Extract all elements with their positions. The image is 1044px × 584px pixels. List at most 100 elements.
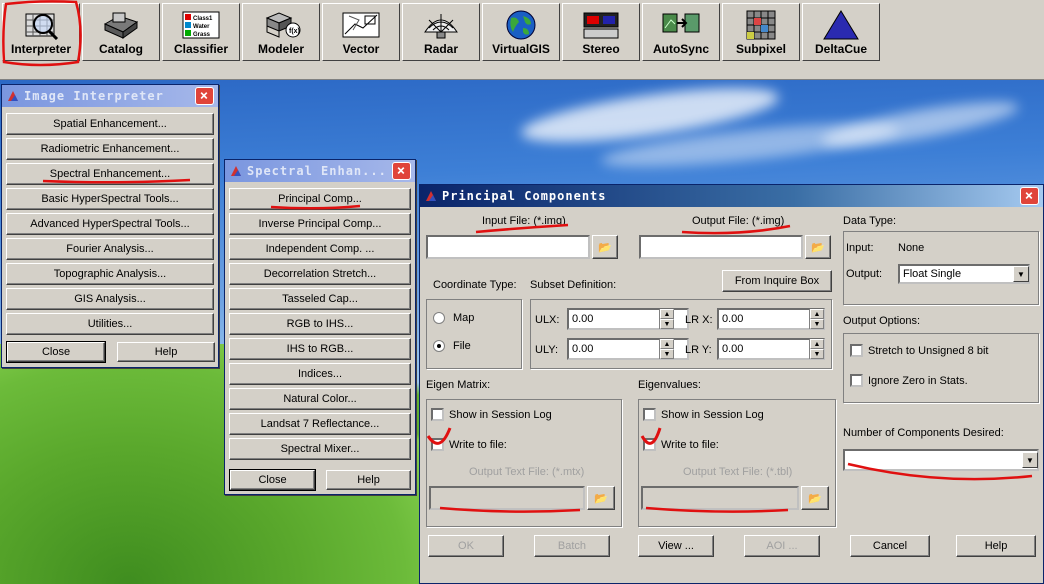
cancel-button[interactable]: Cancel [850,535,930,557]
principal-comp-button[interactable]: Principal Comp... [229,188,411,210]
output-file-label: Output File: (*.img) [692,215,785,227]
ihs-to-rgb-button[interactable]: IHS to RGB... [229,338,411,360]
subpixel-button[interactable]: Subpixel [722,3,800,61]
advanced-hyperspectral-button[interactable]: Advanced HyperSpectral Tools... [6,213,214,235]
virtualgis-button[interactable]: VirtualGIS [482,3,560,61]
from-inquire-box-button[interactable]: From Inquire Box [722,270,832,292]
help-button[interactable]: Help [117,342,215,362]
coordinate-type-group: Map File [426,299,522,369]
classifier-icon-text-2: Water [193,24,210,30]
output-type-select[interactable]: Float Single [898,264,1030,284]
help-button[interactable]: Help [956,535,1036,557]
view-button[interactable]: View ... [638,535,714,557]
radar-button[interactable]: Radar [402,3,480,61]
autosync-button[interactable]: AutoSync [642,3,720,61]
radar-label: Radar [423,42,458,56]
subpixel-label: Subpixel [735,42,786,56]
deltacue-label: DeltaCue [814,42,867,56]
natural-color-button[interactable]: Natural Color... [229,388,411,410]
modeler-icon: f(x) [265,12,301,38]
interpreter-button[interactable]: Interpreter [2,3,80,61]
chevron-down-icon[interactable]: ▼ [1013,266,1029,282]
values-write-file-checkbox[interactable] [643,438,656,451]
ulx-spinner[interactable]: ▲ ▼ [659,309,674,329]
data-type-label: Data Type: [843,215,896,227]
values-output-field[interactable] [641,486,799,510]
delta-icon [823,10,859,40]
deltacue-button[interactable]: DeltaCue [802,3,880,61]
input-file-field[interactable] [426,235,590,259]
output-browse-button[interactable]: 📂 [805,235,831,259]
gis-analysis-button[interactable]: GIS Analysis... [6,288,214,310]
matrix-session-log-label: Show in Session Log [449,409,552,421]
fourier-analysis-button[interactable]: Fourier Analysis... [6,238,214,260]
num-components-field[interactable] [843,449,1039,471]
spectral-enhancement-window: Spectral Enhan... × Principal Comp... In… [224,159,416,495]
principal-components-title: Principal Components [442,189,607,203]
tasseled-cap-button[interactable]: Tasseled Cap... [229,288,411,310]
basic-hyperspectral-button[interactable]: Basic HyperSpectral Tools... [6,188,214,210]
utilities-button[interactable]: Utilities... [6,313,214,335]
vector-button[interactable]: Vector [322,3,400,61]
spectral-enhancement-button[interactable]: Spectral Enhancement... [6,163,214,185]
file-radio[interactable] [433,340,445,352]
inverse-principal-comp-button[interactable]: Inverse Principal Comp... [229,213,411,235]
output-type-label: Output: [846,268,883,280]
rgb-to-ihs-button[interactable]: RGB to IHS... [229,313,411,335]
eigen-matrix-label: Eigen Matrix: [426,379,491,391]
lrx-spinner[interactable]: ▲ ▼ [809,309,824,329]
erdas-toolbar: Interpreter Catalog Class1 Water Grass Cla… [0,0,1044,80]
erdas-window-icon [426,191,436,201]
landsat7-reflectance-button[interactable]: Landsat 7 Reflectance... [229,413,411,435]
matrix-output-field[interactable] [429,486,585,510]
spectral-mixer-button[interactable]: Spectral Mixer... [229,438,411,460]
radiometric-enhancement-button[interactable]: Radiometric Enhancement... [6,138,214,160]
data-type-group: Input: None Output: Float Single ▼ [843,231,1039,305]
folder-icon: 📂 [598,241,612,254]
matrix-session-log-checkbox[interactable] [431,408,444,421]
close-icon[interactable]: × [195,87,214,105]
ok-button[interactable]: OK [428,535,504,557]
input-type-value: None [898,242,925,254]
batch-button[interactable]: Batch [534,535,610,557]
close-icon[interactable]: × [392,162,411,180]
decorrelation-stretch-button[interactable]: Decorrelation Stretch... [229,263,411,285]
matrix-browse-button[interactable]: 📂 [587,486,615,510]
spectral-enhancement-titlebar[interactable]: Spectral Enhan... × [225,160,415,182]
values-session-log-checkbox[interactable] [643,408,656,421]
output-options-label: Output Options: [843,315,921,327]
output-options-group: Stretch to Unsigned 8 bit Ignore Zero in… [843,333,1039,403]
folder-icon: 📂 [811,241,825,254]
aoi-button[interactable]: AOI ... [744,535,820,557]
folder-icon: 📂 [594,492,608,505]
autosync-label: AutoSync [652,42,709,56]
uly-spinner[interactable]: ▲ ▼ [659,339,674,359]
spatial-enhancement-button[interactable]: Spatial Enhancement... [6,113,214,135]
independent-comp-button[interactable]: Independent Comp. ... [229,238,411,260]
stereo-button[interactable]: Stereo [562,3,640,61]
matrix-write-file-checkbox[interactable] [431,438,444,451]
modeler-button[interactable]: f(x) Modeler [242,3,320,61]
virtualgis-label: VirtualGIS [492,42,550,56]
close-button[interactable]: Close [6,341,106,363]
close-button[interactable]: Close [229,469,316,491]
ignore-zero-checkbox[interactable] [850,374,863,387]
image-interpreter-titlebar[interactable]: Image Interpreter × [2,85,218,107]
indices-button[interactable]: Indices... [229,363,411,385]
values-browse-button[interactable]: 📂 [801,486,829,510]
map-radio[interactable] [433,312,445,324]
stretch-label: Stretch to Unsigned 8 bit [868,345,989,357]
classifier-icon-text-1: Class1 [193,16,213,22]
catalog-button[interactable]: Catalog [82,3,160,61]
stretch-checkbox[interactable] [850,344,863,357]
close-icon[interactable]: × [1020,187,1039,205]
principal-components-titlebar[interactable]: Principal Components × [420,185,1043,207]
lry-spinner[interactable]: ▲ ▼ [809,339,824,359]
classifier-button[interactable]: Class1 Water Grass Classifier [162,3,240,61]
topographic-analysis-button[interactable]: Topographic Analysis... [6,263,214,285]
values-output-label: Output Text File: (*.tbl) [683,466,793,478]
output-file-field[interactable] [639,235,803,259]
input-browse-button[interactable]: 📂 [592,235,618,259]
help-button[interactable]: Help [326,470,411,490]
chevron-down-icon[interactable]: ▼ [1022,452,1038,468]
